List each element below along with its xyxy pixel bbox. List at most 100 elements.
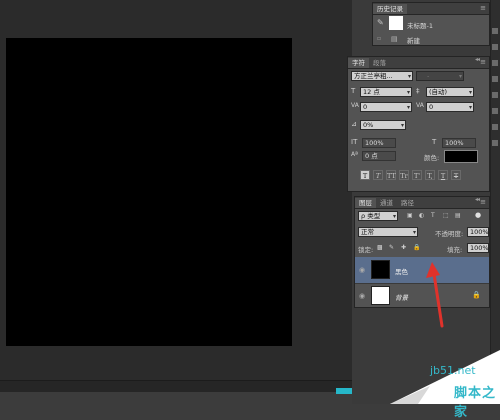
pixel-filter-icon[interactable]: ▣ [407, 212, 413, 219]
opacity-value: 100% [470, 228, 489, 236]
snapshot-label: 未标题-1 [407, 22, 433, 30]
font-size-value: 12 点 [363, 88, 380, 96]
history-panel: 历史记录 ≡ ✎ 未标题-1 ▫ ▤ 新建 [372, 2, 490, 46]
panel-strip-icon[interactable] [492, 124, 498, 130]
watermark: jb51.net 脚本之家 [380, 330, 500, 420]
leading-value: (自动) [429, 88, 448, 96]
font-family-value: 方正兰亭粗... [354, 72, 393, 80]
small-caps-button[interactable]: Tr [399, 170, 409, 180]
lock-pixels-icon[interactable]: ✎ [389, 244, 394, 251]
lock-transparency-icon[interactable]: ▩ [377, 244, 383, 251]
horizontal-scale-value: 100% [445, 139, 464, 147]
character-tabs: 字符 段落 [348, 57, 489, 69]
status-accent [336, 388, 352, 394]
layer-thumbnail [371, 286, 390, 305]
kerning-icon: VA [351, 102, 359, 109]
visibility-eye-icon[interactable]: ◉ [359, 292, 365, 300]
faux-italic-button[interactable]: T [373, 170, 383, 180]
font-size-select[interactable]: 12 点 ▾ [360, 87, 412, 97]
panel-strip-icon[interactable] [492, 28, 498, 34]
panel-strip-icon[interactable] [492, 92, 498, 98]
layer-name[interactable]: 背景 [395, 292, 408, 302]
font-style-select[interactable]: - ▾ [416, 71, 464, 81]
baseline-percent-select[interactable]: 0% ▾ [360, 120, 406, 130]
fill-label: 填充: [447, 246, 463, 254]
layer-filter-value: ρ 类型 [361, 212, 381, 220]
watermark-name: 脚本之家 [454, 386, 497, 420]
arrow-head [426, 262, 440, 278]
scale-icon: ⊿ [351, 120, 357, 128]
opacity-field[interactable]: 100% [467, 227, 489, 237]
shape-filter-icon[interactable]: ⬚ [443, 212, 449, 219]
lock-all-icon[interactable]: 🔒 [413, 244, 420, 251]
chevron-down-icon: ▾ [406, 89, 410, 96]
tab-paths[interactable]: 路径 [397, 198, 418, 208]
annotation-arrow [426, 262, 444, 328]
tracking-value: 0 [429, 103, 434, 111]
subscript-button[interactable]: T, [425, 170, 435, 180]
panel-strip-icon[interactable] [492, 108, 498, 114]
panel-menu-icon[interactable]: ≡ [480, 198, 486, 206]
panel-menu-icon[interactable]: ≡ [480, 58, 486, 66]
chevron-down-icon: ▾ [412, 229, 416, 236]
chevron-down-icon: ▾ [458, 73, 462, 80]
superscript-button[interactable]: T' [412, 170, 422, 180]
document-workspace [0, 0, 352, 392]
leading-icon: ‡ [416, 87, 420, 95]
text-color-swatch[interactable] [444, 150, 478, 163]
tracking-icon: VA [416, 102, 424, 109]
faux-bold-button[interactable]: T [360, 170, 370, 180]
layers-panel: 图层 通道 路径 ◂◂ ≡ ρ 类型 ▾ ▣ ◐ T ⬚ ▤ ● 正常 ▾ 不透… [354, 196, 490, 310]
panel-menu-icon[interactable]: ≡ [480, 4, 486, 12]
horizontal-scale-field[interactable]: 100% [442, 138, 476, 148]
panel-strip-icon[interactable] [492, 60, 498, 66]
layer-name[interactable]: 黑色 [395, 266, 408, 276]
blend-mode-select[interactable]: 正常 ▾ [358, 227, 418, 237]
collapse-icon[interactable]: ◂◂ [475, 196, 480, 203]
snapshot-brush-icon[interactable]: ✎ [377, 19, 385, 27]
vertical-scale-field[interactable]: 100% [362, 138, 396, 148]
tab-layers[interactable]: 图层 [355, 198, 376, 208]
layers-tabs: 图层 通道 路径 [355, 197, 489, 209]
horizontal-scale-icon: T [432, 138, 437, 146]
layer-row[interactable]: ◉ 背景 🔒 [355, 283, 489, 310]
tracking-select[interactable]: 0 ▾ [426, 102, 474, 112]
layer-thumbnail [371, 260, 390, 279]
baseline-shift-icon: Aª [351, 151, 358, 158]
all-caps-button[interactable]: TT [386, 170, 396, 180]
lock-position-icon[interactable]: ✚ [401, 244, 406, 251]
visibility-eye-icon[interactable]: ◉ [359, 266, 365, 274]
panel-strip-icon[interactable] [492, 44, 498, 50]
history-tabs: 历史记录 [373, 3, 489, 15]
lock-label: 锁定: [358, 246, 374, 254]
tab-channels[interactable]: 通道 [376, 198, 397, 208]
tab-character[interactable]: 字符 [348, 58, 369, 68]
strikethrough-button[interactable]: T [451, 170, 461, 180]
step-source-icon: ▫ [377, 35, 382, 42]
panel-strip-icon[interactable] [492, 140, 498, 146]
chevron-down-icon: ▾ [468, 104, 472, 111]
leading-select[interactable]: (自动) ▾ [426, 87, 474, 97]
baseline-shift-field[interactable]: 0 点 [362, 151, 396, 161]
panel-strip-icon[interactable] [492, 76, 498, 82]
font-family-select[interactable]: 方正兰亭粗... ▾ [351, 71, 413, 81]
arrow-shaft [432, 272, 444, 328]
tab-paragraph[interactable]: 段落 [369, 58, 390, 68]
tab-history[interactable]: 历史记录 [373, 4, 407, 14]
step-label: 新建 [407, 37, 420, 45]
underline-button[interactable]: T [438, 170, 448, 180]
adjustment-filter-icon[interactable]: ◐ [419, 212, 424, 219]
smart-object-filter-icon[interactable]: ▤ [455, 212, 461, 219]
type-filter-icon[interactable]: T [431, 212, 435, 219]
history-snapshot-row[interactable]: ✎ 未标题-1 [373, 15, 489, 31]
document-canvas[interactable] [6, 38, 292, 346]
history-step-row[interactable]: ▫ ▤ 新建 [373, 32, 489, 46]
collapse-icon[interactable]: ◂◂ [475, 56, 480, 63]
filter-toggle-icon[interactable]: ● [475, 211, 481, 219]
fill-value: 100% [470, 244, 489, 252]
fill-field[interactable]: 100% [467, 243, 489, 253]
document-icon: ▤ [391, 35, 398, 43]
layer-filter-select[interactable]: ρ 类型 ▾ [358, 211, 398, 221]
layer-row[interactable]: ◉ 黑色 [355, 257, 489, 284]
kerning-select[interactable]: 0 ▾ [360, 102, 412, 112]
